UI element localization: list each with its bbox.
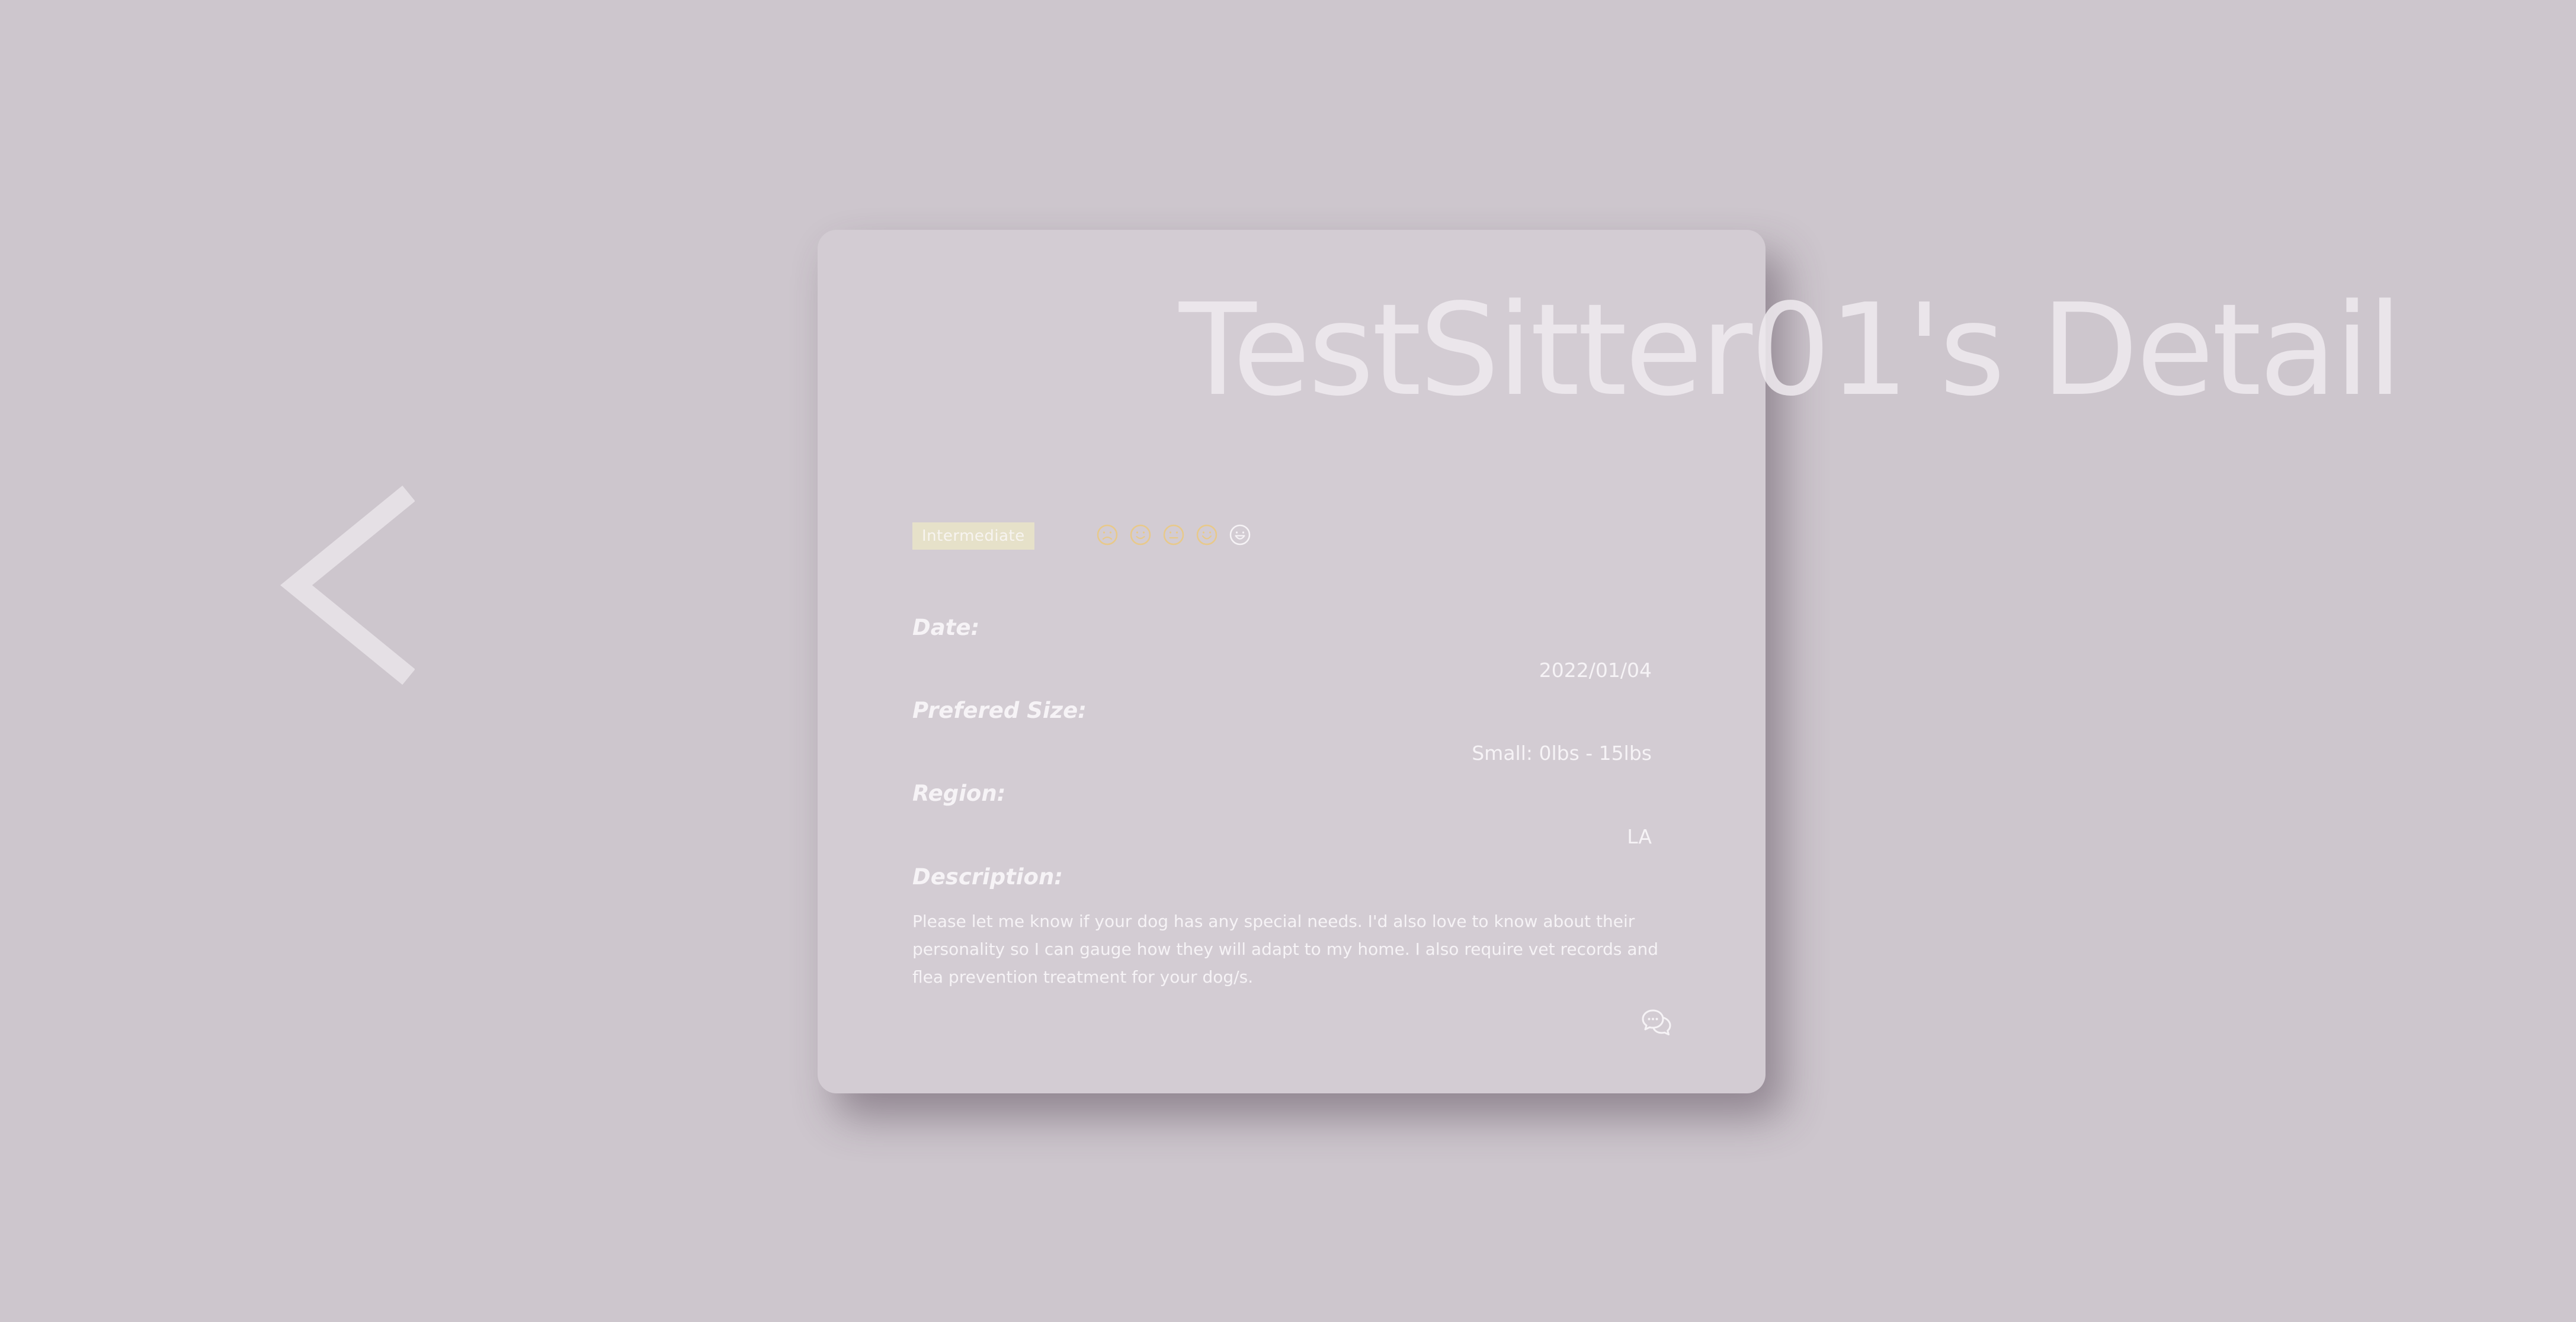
page-stage: TestSitter01's Detail Intermediate Date:… [0, 0, 2576, 1322]
neutral-face-icon [1163, 524, 1184, 546]
grin-face-icon [1229, 524, 1251, 546]
date-value: 2022/01/04 [1539, 659, 1652, 682]
description-text: Please let me know if your dog has any s… [912, 912, 1659, 987]
page-title: TestSitter01's Detail [1179, 277, 2402, 424]
size-value: Small: 0lbs - 15lbs [1472, 742, 1652, 765]
rating-faces [1096, 524, 1251, 546]
chat-button[interactable] [1640, 1007, 1673, 1040]
level-badge: Intermediate [912, 522, 1034, 550]
sad-face-icon [1097, 524, 1118, 546]
chat-bubbles-icon [1642, 1009, 1671, 1035]
region-value: LA [1627, 825, 1652, 848]
chevron-left-icon [280, 485, 415, 685]
happy-face-icon [1196, 524, 1217, 546]
back-button[interactable] [278, 484, 415, 692]
size-label: Prefered Size: [912, 698, 1087, 723]
date-label: Date: [912, 615, 980, 640]
region-label: Region: [912, 781, 1006, 806]
smile-face-icon [1130, 524, 1151, 546]
description-label: Description: [912, 864, 1063, 890]
